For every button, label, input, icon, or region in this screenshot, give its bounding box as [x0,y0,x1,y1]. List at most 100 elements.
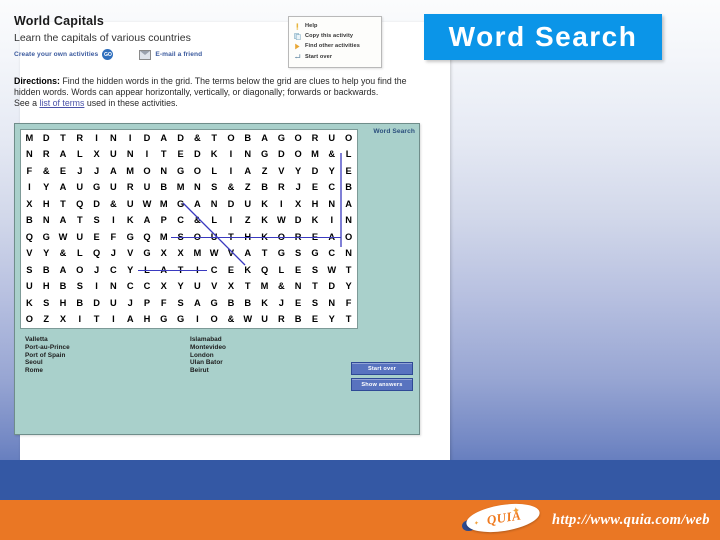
grid-cell[interactable]: V [122,246,139,263]
grid-cell[interactable]: Y [323,312,340,329]
grid-cell[interactable]: A [105,163,122,180]
grid-cell[interactable]: S [172,295,189,312]
grid-cell[interactable]: B [155,180,172,197]
grid-cell[interactable]: D [189,147,206,164]
grid-cell[interactable]: & [189,213,206,230]
grid-cell[interactable]: P [155,213,172,230]
grid-cell[interactable]: G [307,246,324,263]
grid-cell[interactable]: A [139,213,156,230]
grid-cell[interactable]: T [206,130,223,147]
grid-cell[interactable]: I [223,213,240,230]
grid-cell[interactable]: D [139,130,156,147]
grid-cell[interactable]: I [105,312,122,329]
grid-cell[interactable]: B [38,262,55,279]
grid-cell[interactable]: K [256,196,273,213]
grid-cell[interactable]: S [21,262,38,279]
grid-cell[interactable]: N [340,213,357,230]
grid-cell[interactable]: T [88,312,105,329]
grid-cell[interactable]: L [71,147,88,164]
grid-cell[interactable]: J [290,180,307,197]
grid-cell[interactable]: U [105,295,122,312]
grid-cell[interactable]: D [307,163,324,180]
grid-cell[interactable]: B [71,295,88,312]
grid-cell[interactable]: O [21,312,38,329]
grid-cell[interactable]: J [88,163,105,180]
grid-cell[interactable]: F [155,295,172,312]
grid-cell[interactable]: B [239,130,256,147]
grid-cell[interactable]: G [38,229,55,246]
grid-cell[interactable]: S [38,295,55,312]
grid-cell[interactable]: P [139,295,156,312]
grid-cell[interactable]: L [273,262,290,279]
grid-cell[interactable]: D [88,196,105,213]
start-over-button[interactable]: Start over [351,362,413,376]
grid-cell[interactable]: A [55,213,72,230]
grid-cell[interactable]: H [38,279,55,296]
grid-cell[interactable]: R [273,180,290,197]
grid-cell[interactable]: I [88,130,105,147]
grid-cell[interactable]: O [223,130,240,147]
grid-cell[interactable]: J [88,262,105,279]
grid-cell[interactable]: R [71,130,88,147]
grid-cell[interactable]: E [307,180,324,197]
grid-cell[interactable]: I [122,130,139,147]
grid-cell[interactable]: H [38,196,55,213]
grid-cell[interactable]: K [307,213,324,230]
grid-cell[interactable]: Z [38,312,55,329]
grid-cell[interactable]: N [323,196,340,213]
grid-cell[interactable]: N [290,279,307,296]
grid-cell[interactable]: J [273,295,290,312]
grid-cell[interactable]: U [139,180,156,197]
grid-cell[interactable]: G [172,163,189,180]
grid-cell[interactable]: B [256,180,273,197]
grid-cell[interactable]: A [122,312,139,329]
grid-cell[interactable]: T [307,279,324,296]
grid-cell[interactable]: H [238,229,257,246]
grid-cell[interactable]: L [71,246,88,263]
grid-cell[interactable]: A [189,295,206,312]
grid-cell[interactable]: A [256,130,273,147]
grid-cell[interactable]: Y [290,163,307,180]
grid-cell[interactable]: F [105,229,122,246]
grid-cell[interactable]: B [21,213,38,230]
grid-cell[interactable]: G [139,246,156,263]
grid-cell[interactable]: N [21,147,38,164]
grid-cell[interactable]: H [55,295,72,312]
grid-cell[interactable]: N [122,147,139,164]
grid-cell[interactable]: U [71,229,88,246]
grid-cell[interactable]: R [307,130,324,147]
grid-cell[interactable]: X [88,147,105,164]
grid-cell[interactable]: E [307,312,324,329]
grid-cell[interactable]: A [155,130,172,147]
grid-cell[interactable]: I [223,147,240,164]
grid-cell[interactable]: T [256,246,273,263]
grid-cell[interactable]: G [273,246,290,263]
grid-cell[interactable]: T [340,262,357,279]
grid-cell[interactable]: A [340,196,357,213]
grid-cell[interactable]: M [122,163,139,180]
grid-cell[interactable]: C [122,279,139,296]
grid-cell[interactable]: A [189,196,206,213]
grid-cell[interactable]: D [88,295,105,312]
grid-cell[interactable]: Y [172,279,189,296]
grid-cell[interactable]: L [206,213,223,230]
grid-cell[interactable]: O [206,312,223,329]
grid-cell[interactable]: E [172,147,189,164]
grid-cell[interactable]: R [122,180,139,197]
grid-cell[interactable]: U [71,180,88,197]
grid-cell[interactable]: I [105,213,122,230]
grid-cell[interactable]: W [55,229,72,246]
grid-cell[interactable]: O [271,229,291,246]
grid-cell[interactable]: Q [88,246,105,263]
grid-cell[interactable]: O [290,130,307,147]
grid-cell[interactable]: K [256,295,273,312]
grid-cell[interactable]: U [122,196,139,213]
grid-cell[interactable]: Y [38,180,55,197]
grid-cell[interactable]: M [155,196,172,213]
grid-cell[interactable]: O [189,163,206,180]
grid-cell[interactable]: K [21,295,38,312]
grid-cell[interactable]: O [340,229,357,246]
grid-cell[interactable]: W [239,312,256,329]
grid-cell[interactable]: D [323,279,340,296]
grid-cell[interactable]: X [172,246,189,263]
